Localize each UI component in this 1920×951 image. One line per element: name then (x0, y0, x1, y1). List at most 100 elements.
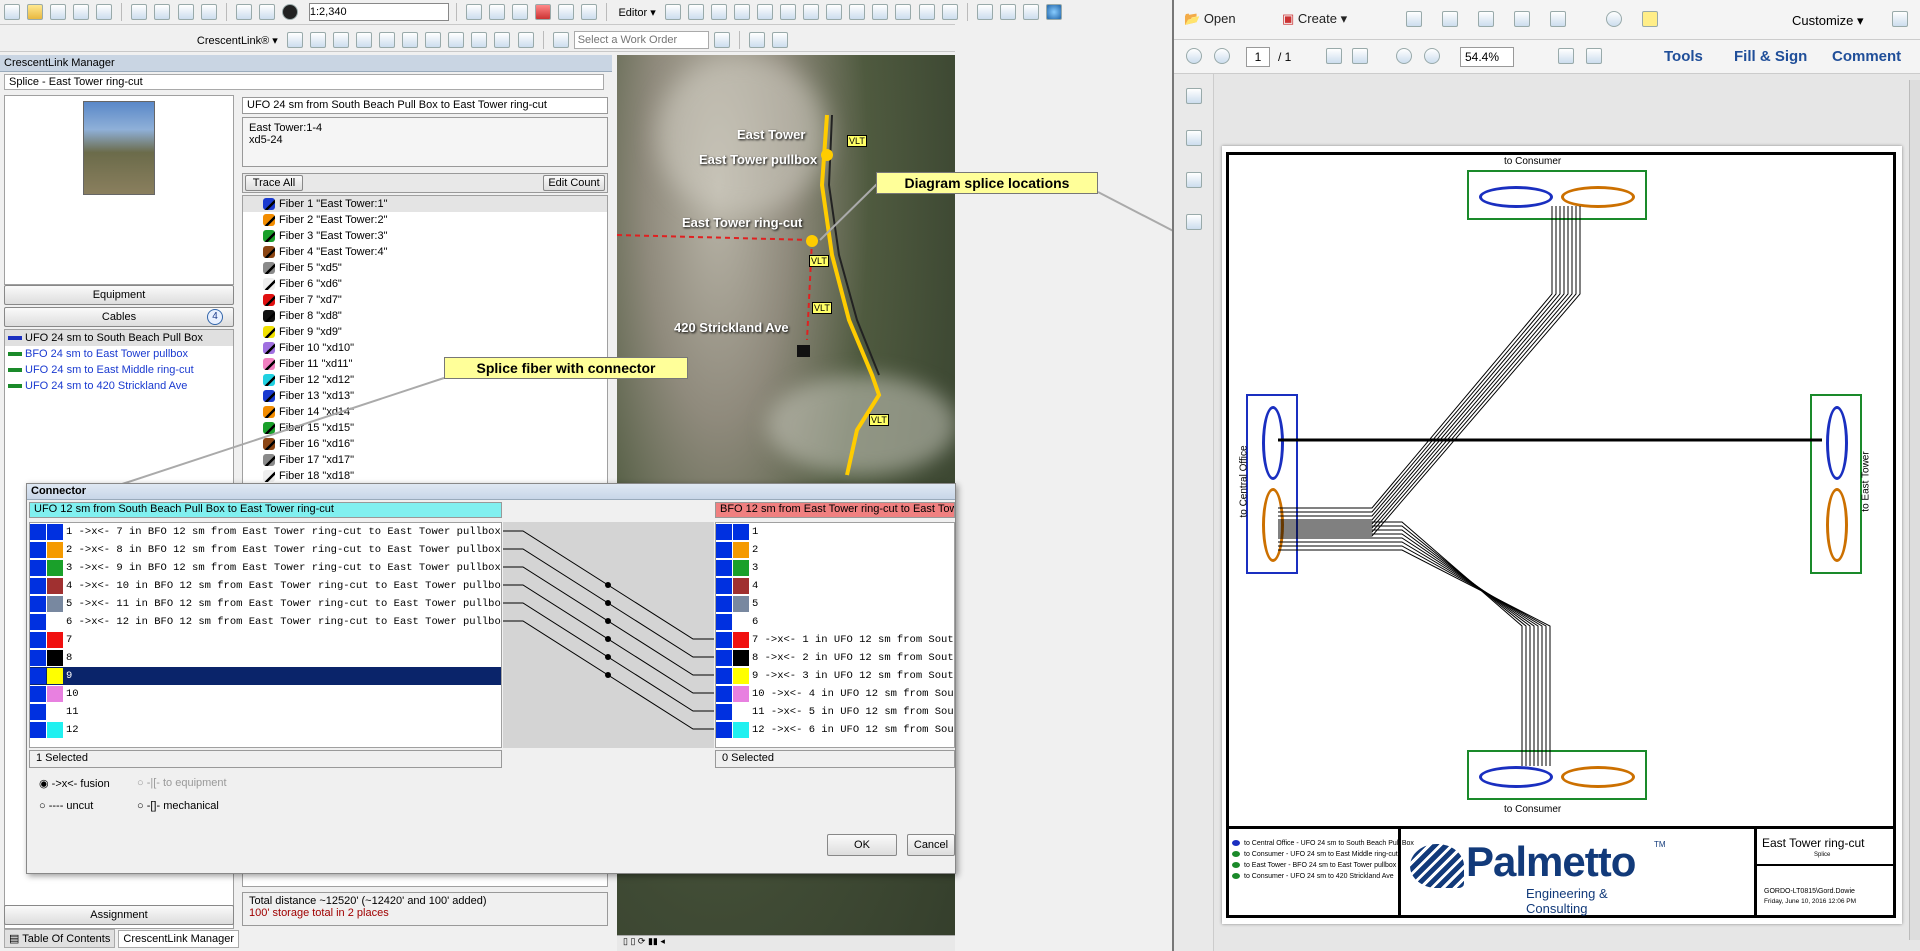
scale-input[interactable] (308, 3, 449, 21)
fit-page-icon[interactable] (1558, 48, 1574, 64)
connector-fiber-row[interactable]: #1aa02a3 ->x<- 9 in BFO 12 sm from East … (30, 559, 501, 577)
cable-list-item[interactable]: #1a8a2aBFO 24 sm to East Tower pullbox (5, 346, 233, 362)
reshape-icon[interactable] (826, 4, 843, 20)
fill-sign-button[interactable]: Fill & Sign (1734, 48, 1807, 65)
cut-icon[interactable] (131, 4, 148, 20)
fiber-list-item[interactable]: #1a3ad0 Fiber 13 "xd13" (243, 388, 607, 404)
equipment-button[interactable]: Equipment (4, 285, 234, 305)
redo-icon[interactable] (258, 4, 275, 20)
zoom-out-icon[interactable] (1396, 48, 1412, 64)
annotation-tool-icon[interactable] (687, 4, 704, 20)
connector-fiber-row[interactable]: #20f0f012 (30, 721, 501, 739)
connector-fiber-row[interactable]: #0030e01 (716, 523, 954, 541)
connector-fiber-row[interactable]: #0030e01 ->x<- 7 in BFO 12 sm from East … (30, 523, 501, 541)
fiber-list-item[interactable]: #8b4513 Fiber 16 "xd16" (243, 436, 607, 452)
fiber-list-item[interactable]: #f0e000 Fiber 9 "xd9" (243, 324, 607, 340)
connector-fiber-row[interactable]: #0000008 ->x<- 2 in UFO 12 sm from South… (716, 649, 954, 667)
attachment-icon[interactable] (1186, 172, 1202, 188)
layout-view-icon[interactable]: ▯ ▯ ⟳ ▮▮ ◂ (623, 936, 665, 946)
trace-all-button[interactable]: Trace All (245, 175, 303, 191)
layers-icon[interactable] (448, 32, 465, 48)
sign-icon[interactable] (1514, 11, 1530, 27)
editor-menu[interactable]: Editor ▾ (618, 7, 655, 19)
connector-fiber-row[interactable]: #ffff009 (30, 667, 501, 685)
vlt-marker[interactable]: VLT (869, 414, 889, 426)
attributes-icon[interactable] (895, 4, 912, 20)
point-icon[interactable] (780, 4, 797, 20)
connector-fiber-row[interactable]: #f010107 (30, 631, 501, 649)
zoom-out-icon[interactable] (999, 4, 1016, 20)
fiber-list-item[interactable]: #1aa02a Fiber 15 "xd15" (243, 420, 607, 436)
fullscreen-icon[interactable] (1892, 11, 1908, 27)
prev-page-icon[interactable] (1186, 48, 1202, 64)
work-order-select[interactable] (573, 31, 709, 49)
print-icon[interactable] (1478, 11, 1494, 27)
connector-fiber-row[interactable]: #f010107 ->x<- 1 in UFO 12 sm from South… (716, 631, 954, 649)
arc-icon[interactable] (757, 4, 774, 20)
fiber-list-item[interactable]: #eeeeee Fiber 6 "xd6" (243, 276, 607, 292)
fiber-list-item[interactable]: #a070e0 Fiber 10 "xd10" (243, 340, 607, 356)
fiber-list-item[interactable]: #8a8a8a Fiber 17 "xd17" (243, 452, 607, 468)
python-icon[interactable] (558, 4, 575, 20)
option-to-equipment[interactable]: ○ -|[- to equipment (137, 777, 227, 789)
upload-icon[interactable] (494, 32, 511, 48)
page-number-input[interactable] (1246, 47, 1270, 67)
trace-icon[interactable] (734, 4, 751, 20)
vlt-marker[interactable]: VLT (847, 135, 867, 147)
hand-tool-icon[interactable] (1352, 48, 1368, 64)
pages-icon[interactable] (1186, 88, 1202, 104)
comment-bubble-icon[interactable] (1642, 11, 1658, 27)
sketch-properties-icon[interactable] (918, 4, 935, 20)
full-extent-icon[interactable] (1045, 4, 1062, 20)
customize-menu[interactable]: Customize ▾ (1792, 13, 1864, 29)
rotate-icon[interactable] (872, 4, 889, 20)
edit-tool-icon[interactable] (664, 4, 681, 20)
open-button[interactable]: 📂 Open (1184, 11, 1236, 27)
cable-list-item[interactable]: #1a2fc0UFO 24 sm to South Beach Pull Box (5, 330, 233, 346)
connector-fiber-row[interactable]: #7888a05 ->x<- 11 in BFO 12 sm from East… (30, 595, 501, 613)
bookmark-icon[interactable] (1186, 130, 1202, 146)
create-button[interactable]: ▣ Create ▾ (1282, 11, 1347, 27)
fiber-list-item[interactable]: #eeeeee Fiber 18 "xd18" (243, 468, 607, 484)
copy-work-order-icon[interactable] (748, 32, 765, 48)
cable-list-item[interactable]: #1a8a2aUFO 24 sm to 420 Strickland Ave (5, 378, 233, 394)
cable-list-item[interactable]: #1a8a2aUFO 24 sm to East Middle ring-cut (5, 362, 233, 378)
paste-icon[interactable] (177, 4, 194, 20)
fiber-list-item[interactable]: #8a8a8a Fiber 5 "xd5" (243, 260, 607, 276)
lock-icon[interactable] (517, 32, 534, 48)
connector-fiber-row[interactable]: #1aa02a3 (716, 559, 954, 577)
copy-icon[interactable] (154, 4, 171, 20)
option-mechanical[interactable]: ○ -[]- mechanical (137, 800, 219, 812)
connector-fiber-row[interactable]: #f59a002 (716, 541, 954, 559)
new-icon[interactable] (4, 4, 20, 20)
connector-fiber-row[interactable]: #e880e010 (30, 685, 501, 703)
add-data-icon[interactable] (281, 4, 298, 20)
connector-fiber-row[interactable]: #e880e010 ->x<- 4 in UFO 12 sm from Sout… (716, 685, 954, 703)
straight-segment-icon[interactable] (710, 4, 727, 20)
fiber-list-item[interactable]: #e01010 Fiber 7 "xd7" (243, 292, 607, 308)
crescentlink-menu[interactable]: CrescentLink® ▾ (197, 35, 278, 47)
undo-icon[interactable] (235, 4, 252, 20)
info-icon[interactable] (286, 32, 303, 48)
ok-button[interactable]: OK (827, 834, 897, 856)
pdf-scrollbar[interactable] (1909, 80, 1920, 940)
option-uncut[interactable]: ○ ---- uncut (39, 800, 93, 812)
tab-crescentlink-manager[interactable]: CrescentLink Manager (118, 930, 240, 948)
connector-fiber-row[interactable]: #ffffff11 ->x<- 5 in UFO 12 sm from Sout… (716, 703, 954, 721)
table-icon[interactable] (489, 4, 506, 20)
model-icon[interactable] (581, 4, 598, 20)
cancel-button[interactable]: Cancel (907, 834, 955, 856)
save-icon[interactable] (50, 4, 67, 20)
vlt-marker[interactable]: VLT (809, 255, 829, 267)
fiber-list-item[interactable]: #111111 Fiber 8 "xd8" (243, 308, 607, 324)
connector-fiber-row[interactable]: #0000008 (30, 649, 501, 667)
vlt-marker[interactable]: VLT (812, 302, 832, 314)
connector-fiber-row[interactable]: #ffffff6 ->x<- 12 in BFO 12 sm from East… (30, 613, 501, 631)
connector-fiber-row[interactable]: #7888a05 (716, 595, 954, 613)
trace-fiber-icon[interactable] (379, 32, 396, 48)
fiber-list-item[interactable]: #f28c00 Fiber 14 "xd14" (243, 404, 607, 420)
fiber-list-item[interactable]: #1a3ad0 Fiber 1 "East Tower:1" (243, 196, 607, 212)
print-icon[interactable] (96, 4, 113, 20)
next-page-icon[interactable] (1214, 48, 1230, 64)
select-tool-icon[interactable] (1326, 48, 1342, 64)
